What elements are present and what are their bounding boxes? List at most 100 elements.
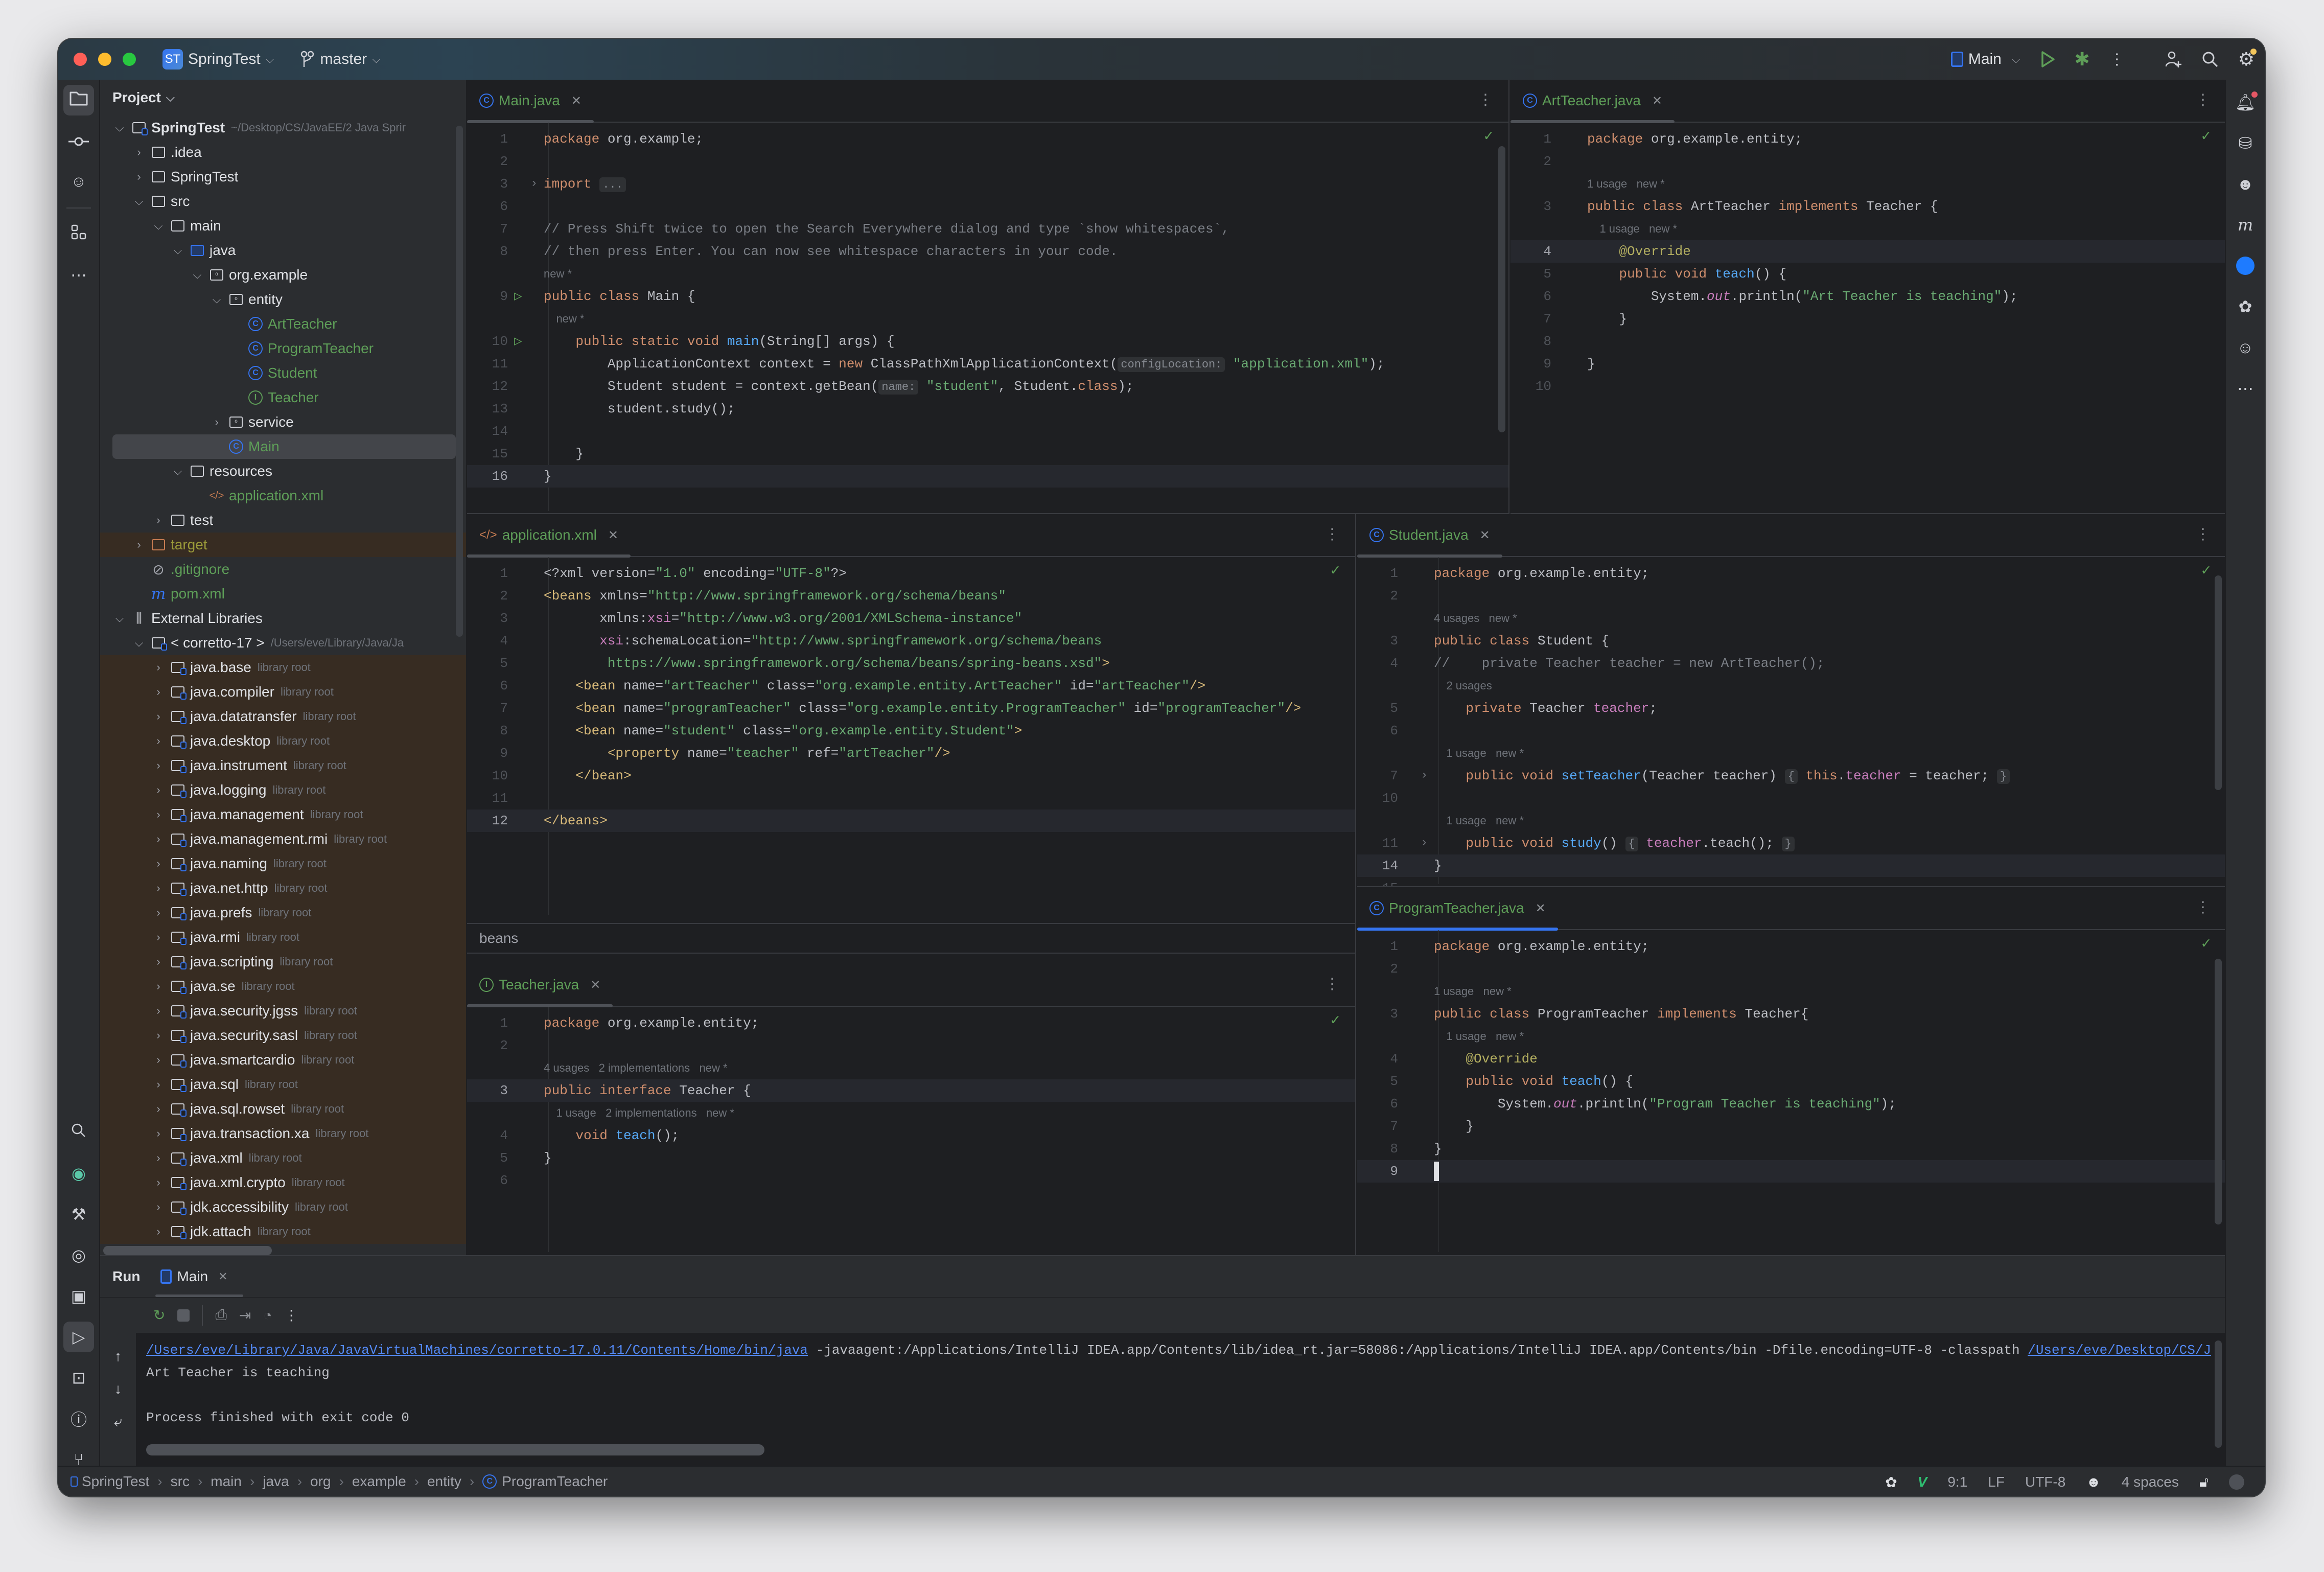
chevron-down-icon[interactable]: ⌵ <box>171 465 185 478</box>
tree-item[interactable]: ⌵ o org.example <box>100 263 466 287</box>
tab-teacher-java[interactable]: I Teacher.java ✕ <box>467 964 613 1007</box>
tree-item[interactable]: › .idea <box>100 140 466 165</box>
close-tab-icon[interactable]: ✕ <box>590 978 600 992</box>
classpath-link[interactable]: /Users/eve/Desktop/CS/J <box>2028 1343 2211 1358</box>
close-tab-icon[interactable]: ✕ <box>608 528 618 543</box>
run-icon[interactable] <box>2040 51 2055 68</box>
chevron-right-icon[interactable]: › <box>151 882 166 895</box>
chevron-down-icon[interactable]: ⌵ <box>132 636 146 650</box>
tree-item[interactable]: ⌵ resources <box>100 459 466 483</box>
close-tab-icon[interactable]: ✕ <box>571 94 582 108</box>
more-icon[interactable]: ⋮ <box>2195 525 2211 543</box>
close-tab-icon[interactable]: ✕ <box>1652 94 1662 108</box>
tab-program-teacher-java[interactable]: C ProgramTeacher.java ✕ <box>1357 887 1558 931</box>
chevron-right-icon[interactable]: › <box>151 1102 166 1116</box>
find-tool-button[interactable] <box>63 1117 94 1148</box>
structure-tool-button[interactable] <box>63 219 94 249</box>
breadcrumb-item[interactable]: SpringTest <box>82 1473 149 1490</box>
tree-item[interactable]: ⌵ ⫼ External Libraries <box>100 606 466 631</box>
code-area[interactable]: ✓ 1 package org.example.entity; 2 4 usages 2… <box>467 1007 1355 1252</box>
tree-item[interactable]: › java.net.http library root <box>100 876 466 900</box>
breadcrumb-item[interactable]: main <box>211 1473 242 1490</box>
tree-item[interactable]: m pom.xml <box>100 582 466 606</box>
code-area[interactable]: ✓ 1 package org.example.entity; 2 4 usages n… <box>1357 557 2226 886</box>
tree-item[interactable]: › java.se library root <box>100 974 466 999</box>
chevron-right-icon[interactable]: › <box>151 1078 166 1091</box>
tree-item[interactable]: › java.xml.crypto library root <box>100 1170 466 1195</box>
breadcrumb-item[interactable]: org <box>310 1473 331 1490</box>
debug-icon[interactable]: ✱ <box>2075 49 2090 70</box>
tree-item[interactable]: › java.management library root <box>100 802 466 827</box>
chevron-right-icon[interactable]: › <box>151 710 166 723</box>
tree-item[interactable]: </> application.xml <box>100 483 466 508</box>
java-path-link[interactable]: /Users/eve/Library/Java/JavaVirtualMachi… <box>146 1343 808 1358</box>
chevron-right-icon[interactable]: › <box>151 857 166 870</box>
run-tool-button[interactable]: ▷ <box>63 1322 94 1352</box>
more-icon[interactable]: ⋮ <box>1478 91 1493 109</box>
tree-item[interactable]: › java.management.rmi library root <box>100 827 466 851</box>
chevron-down-icon[interactable]: ⌵ <box>132 195 146 208</box>
project-tool-button[interactable] <box>63 85 94 115</box>
tree-item[interactable]: › java.datatransfer library root <box>100 704 466 729</box>
chevron-right-icon[interactable]: › <box>151 783 166 797</box>
tree-item[interactable]: › java.logging library root <box>100 778 466 802</box>
chevron-right-icon[interactable]: › <box>151 980 166 993</box>
restore-layout-icon[interactable]: ⇥ <box>239 1307 251 1324</box>
scroll-down-icon[interactable]: ↓ <box>114 1381 122 1397</box>
fold-chevron-icon[interactable]: › <box>1421 832 1428 854</box>
code-vision-hint[interactable]: 1 usage 2 implementations new * <box>544 1102 734 1124</box>
more-icon[interactable]: ⋮ <box>2109 51 2125 68</box>
tree-item[interactable]: I Teacher <box>100 385 466 410</box>
unlock-icon[interactable]: 🔓︎ <box>2199 1474 2209 1491</box>
settings-icon[interactable]: ⚙ <box>2238 49 2257 70</box>
run-gutter-icon[interactable]: ▷ <box>514 330 522 353</box>
maven-button[interactable]: m <box>2230 210 2261 240</box>
search-icon[interactable] <box>2201 51 2219 68</box>
code-vision-hint[interactable]: 4 usages 2 implementations new * <box>544 1057 728 1079</box>
maximize-window-button[interactable] <box>123 53 136 66</box>
more-icon[interactable]: ⋮ <box>2195 898 2211 916</box>
more-tools-button[interactable]: ⋯ <box>63 260 94 290</box>
soft-wrap-icon[interactable]: ⤶ <box>114 1414 122 1430</box>
database-button[interactable]: ⛁ <box>2230 128 2261 158</box>
breadcrumb-item[interactable]: example <box>352 1473 406 1490</box>
project-switcher[interactable]: ST SpringTest ⌵ <box>162 49 274 70</box>
code-vision-hint[interactable]: 1 usage new * <box>1587 173 1665 195</box>
tree-item[interactable]: › java.naming library root <box>100 851 466 876</box>
chevron-right-icon[interactable]: › <box>151 808 166 821</box>
console-hscrollbar[interactable] <box>146 1444 764 1455</box>
chevron-right-icon[interactable]: › <box>151 759 166 772</box>
tree-item[interactable]: ⌵ java <box>100 238 466 263</box>
chevron-down-icon[interactable]: ⌵ <box>151 219 166 233</box>
tree-item[interactable]: C Student <box>100 361 466 385</box>
code-area[interactable]: ✓ 1 package org.example.entity; 2 1 usage ne… <box>1357 930 2226 1252</box>
services-tool-button[interactable]: ◎ <box>63 1240 94 1270</box>
openai-icon[interactable]: ✿ <box>1885 1474 1897 1491</box>
tree-item[interactable]: › o service <box>100 410 466 434</box>
minimize-window-button[interactable] <box>98 53 111 66</box>
line-separator[interactable]: LF <box>1988 1474 2005 1490</box>
tree-item[interactable]: › jdk.attach library root <box>100 1219 466 1244</box>
tree-item[interactable]: › java.desktop library root <box>100 729 466 753</box>
profiler-icon[interactable]: ◔ <box>263 1307 272 1324</box>
tree-item[interactable]: C ArtTeacher <box>100 312 466 336</box>
tree-item[interactable]: › java.scripting library root <box>100 950 466 974</box>
code-vision-hint[interactable]: new * <box>544 308 584 330</box>
chevron-right-icon[interactable]: › <box>151 1176 166 1189</box>
tree-scrollbar[interactable] <box>456 126 463 637</box>
console-output[interactable]: /Users/eve/Library/Java/JavaVirtualMachi… <box>146 1339 2215 1429</box>
chevron-right-icon[interactable]: › <box>132 538 146 551</box>
project-panel-header[interactable]: Project ⌵ <box>100 80 466 115</box>
tree-item[interactable]: › java.compiler library root <box>100 680 466 704</box>
stop-icon[interactable] <box>177 1309 190 1322</box>
close-tab-icon[interactable]: ✕ <box>218 1270 227 1283</box>
tree-item[interactable]: ⌵ src <box>100 189 466 214</box>
branch-switcher[interactable]: master ⌵ <box>299 51 381 68</box>
chevron-right-icon[interactable]: › <box>151 906 166 919</box>
openai-button[interactable]: ✿ <box>2230 291 2261 322</box>
vim-icon[interactable]: V <box>1918 1474 1927 1490</box>
tree-item[interactable]: ⊘ .gitignore <box>100 557 466 582</box>
commit-tool-button[interactable] <box>63 126 94 156</box>
copilot-status-icon[interactable]: ☻ <box>2086 1474 2101 1490</box>
chevron-right-icon[interactable]: › <box>151 955 166 968</box>
